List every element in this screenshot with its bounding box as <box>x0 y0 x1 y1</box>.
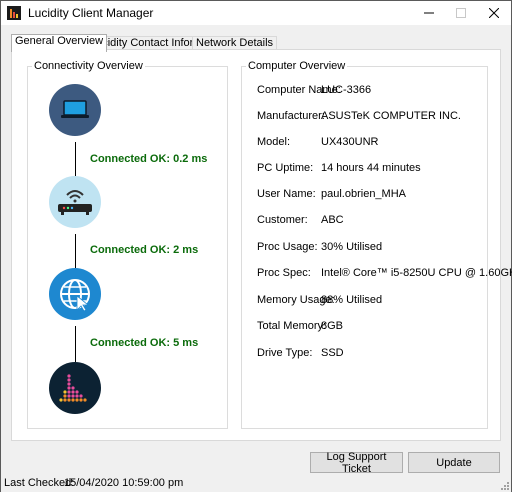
total-memory-label: Total Memory: <box>257 320 327 332</box>
maximize-icon <box>456 8 466 18</box>
user-name-label: User Name: <box>257 188 316 200</box>
link-status-1: Connected OK: 0.2 ms <box>90 153 208 165</box>
link-status-2: Connected OK: 2 ms <box>90 244 199 256</box>
proc-usage-value: 30% Utilised <box>321 241 383 253</box>
tab-general-overview[interactable]: General Overview <box>11 34 108 52</box>
router-icon <box>58 190 92 215</box>
laptop-node <box>49 84 101 136</box>
router-node <box>49 176 101 228</box>
manufacturer-label: Manufacturer: <box>257 110 325 122</box>
lucidity-node <box>49 362 101 414</box>
customer-label: Customer: <box>257 214 308 226</box>
total-memory-value: 8GB <box>321 320 344 332</box>
model-value: UX430UNR <box>321 136 379 148</box>
model-label: Model: <box>257 136 291 148</box>
uptime-label: PC Uptime: <box>257 162 314 174</box>
connectivity-overview-title: Connectivity Overview <box>32 60 145 73</box>
user-name-value: paul.obrien_MHA <box>321 188 406 200</box>
globe-icon <box>60 279 90 312</box>
app-logo-icon <box>7 6 21 20</box>
uptime-value: 14 hours 44 minutes <box>321 162 421 174</box>
link-line-2 <box>75 234 76 268</box>
app-window: Lucidity Client Manager General Overview… <box>0 0 512 492</box>
memory-usage-value: 88% Utilised <box>321 294 383 306</box>
internet-node <box>49 268 101 320</box>
update-button[interactable]: Update <box>408 452 500 473</box>
status-bar: Last Checked: 15/04/2020 10:59:00 pm <box>1 475 511 492</box>
drive-type-value: SSD <box>321 347 344 359</box>
resize-grip-icon[interactable] <box>499 480 509 490</box>
minimize-button[interactable] <box>414 1 444 25</box>
title-bar[interactable]: Lucidity Client Manager <box>1 1 511 25</box>
drive-type-label: Drive Type: <box>257 347 313 359</box>
window-title: Lucidity Client Manager <box>28 6 154 20</box>
lucidity-logo-icon <box>59 374 87 402</box>
link-line-3 <box>75 326 76 362</box>
proc-usage-label: Proc Usage: <box>257 241 318 253</box>
close-button[interactable] <box>479 1 509 25</box>
laptop-icon <box>61 100 89 118</box>
maximize-button[interactable] <box>446 1 476 25</box>
proc-spec-label: Proc Spec: <box>257 267 311 279</box>
proc-spec-value: Intel® Core™ i5-8250U CPU @ 1.60GHz <box>321 267 512 279</box>
link-status-3: Connected OK: 5 ms <box>90 337 199 349</box>
log-support-ticket-button[interactable]: Log Support Ticket <box>310 451 403 475</box>
link-line-1 <box>75 142 76 176</box>
customer-value: ABC <box>321 214 344 226</box>
last-checked-value: 15/04/2020 10:59:00 pm <box>64 477 184 489</box>
computer-name-value: LUC-3366 <box>321 84 372 96</box>
close-icon <box>489 8 499 18</box>
manufacturer-value: ASUSTeK COMPUTER INC. <box>321 110 461 122</box>
minimize-icon <box>424 12 434 14</box>
computer-overview-title: Computer Overview <box>246 60 348 73</box>
